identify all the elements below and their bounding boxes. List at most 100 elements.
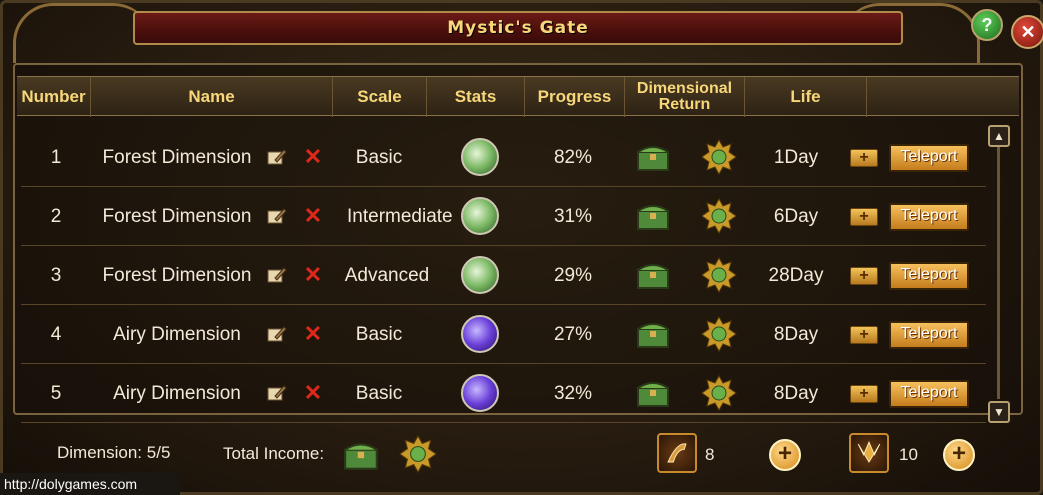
teleport-button[interactable]: Teleport	[889, 321, 969, 349]
chest-icon[interactable]	[636, 142, 672, 172]
gear-icon[interactable]	[701, 375, 737, 411]
teleport-button[interactable]: Teleport	[889, 380, 969, 408]
table-row: 1 Forest Dimension ✕ Basic 82% 1Day + Te…	[21, 128, 986, 187]
table-row: 4 Airy Dimension ✕ Basic 27% 8Day + Tele…	[21, 305, 986, 364]
close-button[interactable]: ✕	[1011, 15, 1043, 49]
column-header-dimensional-return: Dimensional Return	[625, 77, 745, 117]
row-scale: Basic	[355, 146, 403, 168]
row-name: Forest Dimension	[102, 205, 252, 227]
teleport-button[interactable]: Teleport	[889, 262, 969, 290]
row-scale: Intermediate	[347, 205, 453, 227]
column-header-actions	[867, 77, 1019, 117]
window-title: Mystic's Gate	[447, 18, 589, 38]
column-header-name: Name	[91, 77, 333, 117]
horn-item-count: 8	[705, 445, 715, 464]
title-bar: Mystic's Gate	[133, 11, 903, 45]
row-number: 4	[50, 323, 62, 345]
delete-x-icon[interactable]: ✕	[303, 146, 323, 168]
delete-x-icon[interactable]: ✕	[303, 264, 323, 286]
wing-item-icon[interactable]	[849, 433, 889, 473]
row-life: 6Day	[773, 205, 819, 227]
delete-x-icon[interactable]: ✕	[303, 323, 323, 345]
chest-icon[interactable]	[636, 378, 672, 408]
scroll-track[interactable]	[997, 147, 1000, 399]
row-progress: 82%	[553, 146, 593, 168]
table-row: 2 Forest Dimension ✕ Intermediate 31% 6D…	[21, 187, 986, 246]
scroll-up-button[interactable]: ▲	[988, 125, 1010, 147]
dimension-label: Dimension:	[57, 443, 143, 462]
row-life: 8Day	[773, 382, 819, 404]
gear-icon[interactable]	[701, 198, 737, 234]
income-chest-icon	[344, 443, 378, 470]
extend-life-button[interactable]: +	[850, 208, 878, 226]
dimensional-return-line2: Return	[658, 96, 711, 113]
extend-life-button[interactable]: +	[850, 267, 878, 285]
row-name: Forest Dimension	[102, 264, 252, 286]
add-wing-button[interactable]: +	[943, 439, 975, 471]
row-name: Airy Dimension	[113, 323, 241, 345]
row-number: 5	[50, 382, 62, 404]
column-header-number: Number	[17, 77, 91, 117]
column-header-life: Life	[745, 77, 867, 117]
row-scale: Advanced	[344, 264, 430, 286]
dimension-count: Dimension: 5/5	[57, 443, 170, 463]
edit-icon[interactable]	[267, 266, 287, 284]
row-name: Airy Dimension	[113, 382, 241, 404]
column-header-scale: Scale	[333, 77, 427, 117]
gear-icon[interactable]	[701, 257, 737, 293]
row-number: 1	[50, 146, 62, 168]
extend-life-button[interactable]: +	[850, 326, 878, 344]
wing-item-count: 10	[899, 445, 918, 464]
dimensional-return-line1: Dimensional	[636, 80, 733, 97]
table-row: 5 Airy Dimension ✕ Basic 32% 8Day + Tele…	[21, 364, 986, 423]
row-number: 3	[50, 264, 62, 286]
total-income-label: Total Income:	[223, 444, 325, 463]
table-header: Number Name Scale Stats Progress Dimensi…	[17, 76, 1019, 117]
teleport-button[interactable]: Teleport	[889, 144, 969, 172]
row-life: 1Day	[773, 146, 819, 168]
delete-x-icon[interactable]: ✕	[303, 382, 323, 404]
dimension-value: 5/5	[146, 443, 171, 462]
scroll-down-button[interactable]: ▼	[988, 401, 1010, 423]
row-life: 8Day	[773, 323, 819, 345]
horn-item-icon[interactable]	[657, 433, 697, 473]
watermark-url: http://dolygames.com	[0, 473, 180, 495]
chest-icon[interactable]	[636, 319, 672, 349]
row-scale: Basic	[355, 382, 403, 404]
edit-icon[interactable]	[267, 207, 287, 225]
row-progress: 29%	[553, 264, 593, 286]
edit-icon[interactable]	[267, 148, 287, 166]
column-header-progress: Progress	[525, 77, 625, 117]
extend-life-button[interactable]: +	[850, 149, 878, 167]
teleport-button[interactable]: Teleport	[889, 203, 969, 231]
row-progress: 27%	[553, 323, 593, 345]
purple-orb-icon[interactable]	[461, 315, 499, 353]
row-progress: 31%	[553, 205, 593, 227]
row-name: Forest Dimension	[102, 146, 252, 168]
mystics-gate-window: Mystic's Gate ? ✕ Number Name Scale Stat…	[0, 0, 1043, 495]
gear-icon[interactable]	[701, 316, 737, 352]
income-gear-icon	[399, 435, 437, 473]
gear-icon[interactable]	[701, 139, 737, 175]
edit-icon[interactable]	[267, 325, 287, 343]
green-orb-icon[interactable]	[461, 197, 499, 235]
delete-x-icon[interactable]: ✕	[303, 205, 323, 227]
extend-life-button[interactable]: +	[850, 385, 878, 403]
chest-icon[interactable]	[636, 201, 672, 231]
chest-icon[interactable]	[636, 260, 672, 290]
green-orb-icon[interactable]	[461, 256, 499, 294]
help-button[interactable]: ?	[971, 9, 1003, 41]
row-scale: Basic	[355, 323, 403, 345]
row-progress: 32%	[553, 382, 593, 404]
row-life: 28Day	[768, 264, 824, 286]
table-row: 3 Forest Dimension ✕ Advanced 29% 28Day …	[21, 246, 986, 305]
dimension-rows: 1 Forest Dimension ✕ Basic 82% 1Day + Te…	[21, 128, 986, 423]
purple-orb-icon[interactable]	[461, 374, 499, 412]
green-orb-icon[interactable]	[461, 138, 499, 176]
edit-icon[interactable]	[267, 384, 287, 402]
column-header-stats: Stats	[427, 77, 525, 117]
row-number: 2	[50, 205, 62, 227]
add-horn-button[interactable]: +	[769, 439, 801, 471]
frame-ornament-left	[13, 3, 153, 63]
scrollbar[interactable]: ▲ ▼	[988, 125, 1010, 423]
